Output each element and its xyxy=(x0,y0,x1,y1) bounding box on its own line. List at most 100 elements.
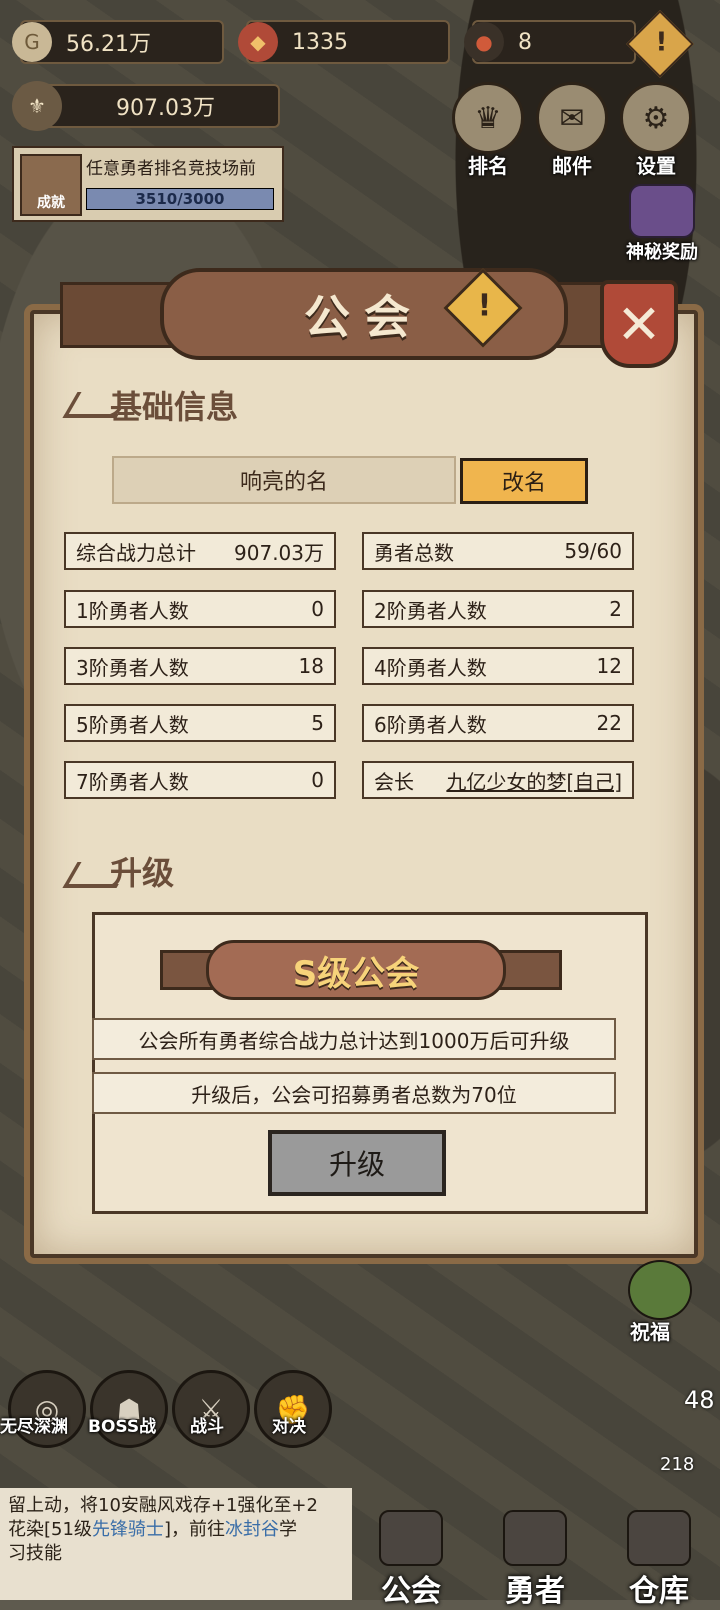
guild-name: 响亮的名 xyxy=(239,470,328,495)
upgrade-button-label: 升级 xyxy=(328,1148,385,1181)
horned-helmet-icon xyxy=(503,1510,567,1566)
guild-grade-banner: S级公会 xyxy=(206,940,506,1000)
stat-label: 5阶勇者人数 xyxy=(76,712,189,737)
gem-value: 1335 xyxy=(292,29,348,55)
power-value: 907.03万 xyxy=(116,96,215,121)
close-button[interactable]: ✕ xyxy=(600,280,678,368)
mail-icon: ✉ xyxy=(536,82,608,154)
bottom-nav: 公会 勇者 仓库 xyxy=(352,1470,720,1609)
stat-tier1: 1阶勇者人数 0 xyxy=(64,590,336,628)
stat-label: 2阶勇者人数 xyxy=(374,598,487,623)
stat-value: 0 xyxy=(311,597,324,621)
bless-label: 祝福 xyxy=(630,1320,670,1344)
stat-tier2: 2阶勇者人数 2 xyxy=(362,590,634,628)
chat-link[interactable]: 冰封谷 xyxy=(225,1519,279,1540)
stat-label: 7阶勇者人数 xyxy=(76,769,189,794)
stat-label: 会长 xyxy=(374,769,414,794)
rank-button[interactable]: ♛ 排名 xyxy=(452,82,524,178)
crest-icon: ◆ xyxy=(238,22,278,62)
stat-total-power: 综合战力总计 907.03万 xyxy=(64,532,336,570)
rename-button[interactable]: 改名 xyxy=(460,458,588,504)
stat-label: 勇者总数 xyxy=(374,540,454,565)
nav-warehouse-label: 仓库 xyxy=(629,1574,689,1609)
chat-text: 学 xyxy=(278,1519,297,1540)
warning-icon: ! xyxy=(477,288,492,324)
chest-icon xyxy=(627,1510,691,1566)
boss-label: BOSS战 xyxy=(88,1417,157,1437)
guild-name-field: 响亮的名 xyxy=(112,456,456,504)
nav-heroes[interactable]: 勇者 xyxy=(480,1510,590,1609)
stat-value: 2 xyxy=(609,597,622,621)
achievement-icon: 成就 xyxy=(20,154,82,216)
chat-text: 花染[51级 xyxy=(8,1519,92,1540)
rename-label: 改名 xyxy=(501,471,546,496)
rank-label: 排名 xyxy=(468,154,508,178)
nav-guild[interactable]: 公会 xyxy=(356,1510,466,1609)
upgrade-benefit-text: 升级后，公会可招募勇者总数为70位 xyxy=(191,1082,517,1107)
stat-label: 3阶勇者人数 xyxy=(76,655,189,680)
abyss-label: 无尽深渊 xyxy=(0,1417,68,1437)
coin-icon: G xyxy=(12,22,52,62)
upgrade-button[interactable]: 升级 xyxy=(268,1130,446,1196)
guild-grade: S级公会 xyxy=(292,953,420,994)
mail-button[interactable]: ✉ 邮件 xyxy=(536,82,608,178)
nav-warehouse[interactable]: 仓库 xyxy=(604,1510,714,1609)
achievement-badge: 成就 xyxy=(37,195,65,211)
settings-button[interactable]: ⚙ 设置 xyxy=(620,82,692,178)
stat-label: 6阶勇者人数 xyxy=(374,712,487,737)
mail-label: 邮件 xyxy=(552,154,592,178)
stat-tier4: 4阶勇者人数 12 xyxy=(362,647,634,685)
trophy-icon: ♛ xyxy=(452,82,524,154)
stat-tier3: 3阶勇者人数 18 xyxy=(64,647,336,685)
gem-counter: ◆ 1335 xyxy=(238,20,450,64)
ticket-value: 8 xyxy=(518,29,532,55)
stat-tier7: 7阶勇者人数 0 xyxy=(64,761,336,799)
upgrade-heading: 升级 xyxy=(110,854,175,892)
stat-value: 0 xyxy=(311,768,324,792)
chat-line: 习技能 xyxy=(8,1543,62,1564)
gear-icon: ⚙ xyxy=(620,82,692,154)
stat-tier6: 6阶勇者人数 22 xyxy=(362,704,634,742)
nav-heroes-label: 勇者 xyxy=(505,1574,565,1609)
stat-total-heroes: 勇者总数 59/60 xyxy=(362,532,634,570)
upgrade-requirement-text: 公会所有勇者综合战力总计达到1000万后可升级 xyxy=(138,1028,570,1053)
wings-icon: ⚜ xyxy=(12,81,62,131)
chat-line: 留上动，将10安融风戏存+1强化至+2 xyxy=(8,1495,318,1516)
duel-label: 对决 xyxy=(272,1417,306,1437)
stat-label: 1阶勇者人数 xyxy=(76,598,189,623)
upgrade-benefit: 升级后，公会可招募勇者总数为70位 xyxy=(92,1072,616,1114)
leader-name-link[interactable]: 九亿少女的梦[自己] xyxy=(446,766,622,795)
mystery-reward-button[interactable]: 神秘奖励 xyxy=(612,184,712,268)
stat-label: 综合战力总计 xyxy=(76,540,196,565)
nav-guild-label: 公会 xyxy=(381,1574,441,1609)
stat-value: 12 xyxy=(596,654,622,678)
achievement-card[interactable]: 成就 任意勇者排名竞技场前 3510/3000 xyxy=(12,146,284,222)
chat-feed[interactable]: 留上动，将10安融风戏存+1强化至+2 花染[51级先锋骑士]，前往冰封谷学 习… xyxy=(0,1488,352,1600)
settings-label: 设置 xyxy=(636,154,676,178)
bless-button[interactable] xyxy=(628,1260,692,1320)
gold-value: 56.21万 xyxy=(66,32,151,57)
side-counter: 48 xyxy=(684,1386,715,1414)
gold-counter: G 56.21万 xyxy=(12,20,224,64)
stat-value: 18 xyxy=(298,654,324,678)
chat-line: 花染[51级先锋骑士]，前往冰封谷学 xyxy=(8,1518,344,1542)
chat-link[interactable]: 先锋骑士 xyxy=(92,1519,164,1540)
achievement-progress-bar: 3510/3000 xyxy=(86,188,274,210)
castle-icon xyxy=(379,1510,443,1566)
stat-value: 5 xyxy=(311,711,324,735)
achievement-text: 任意勇者排名竞技场前 xyxy=(86,159,256,179)
achievement-progress-text: 3510/3000 xyxy=(135,190,225,208)
chest-icon xyxy=(629,184,695,238)
warehouse-count-badge: 218 xyxy=(660,1454,695,1475)
ticket-counter: ● 8 xyxy=(464,20,636,64)
stat-leader: 会长 九亿少女的梦[自己] xyxy=(362,761,634,799)
upgrade-requirement: 公会所有勇者综合战力总计达到1000万后可升级 xyxy=(92,1018,616,1060)
stat-value: 22 xyxy=(596,711,622,735)
close-icon: ✕ xyxy=(616,292,662,356)
alert-icon: ! xyxy=(655,27,668,58)
basic-info-heading: 基础信息 xyxy=(110,388,239,426)
mystery-label: 神秘奖励 xyxy=(626,242,698,263)
battle-label: 战斗 xyxy=(190,1417,224,1437)
stat-tier5: 5阶勇者人数 5 xyxy=(64,704,336,742)
stat-value: 59/60 xyxy=(564,539,622,563)
